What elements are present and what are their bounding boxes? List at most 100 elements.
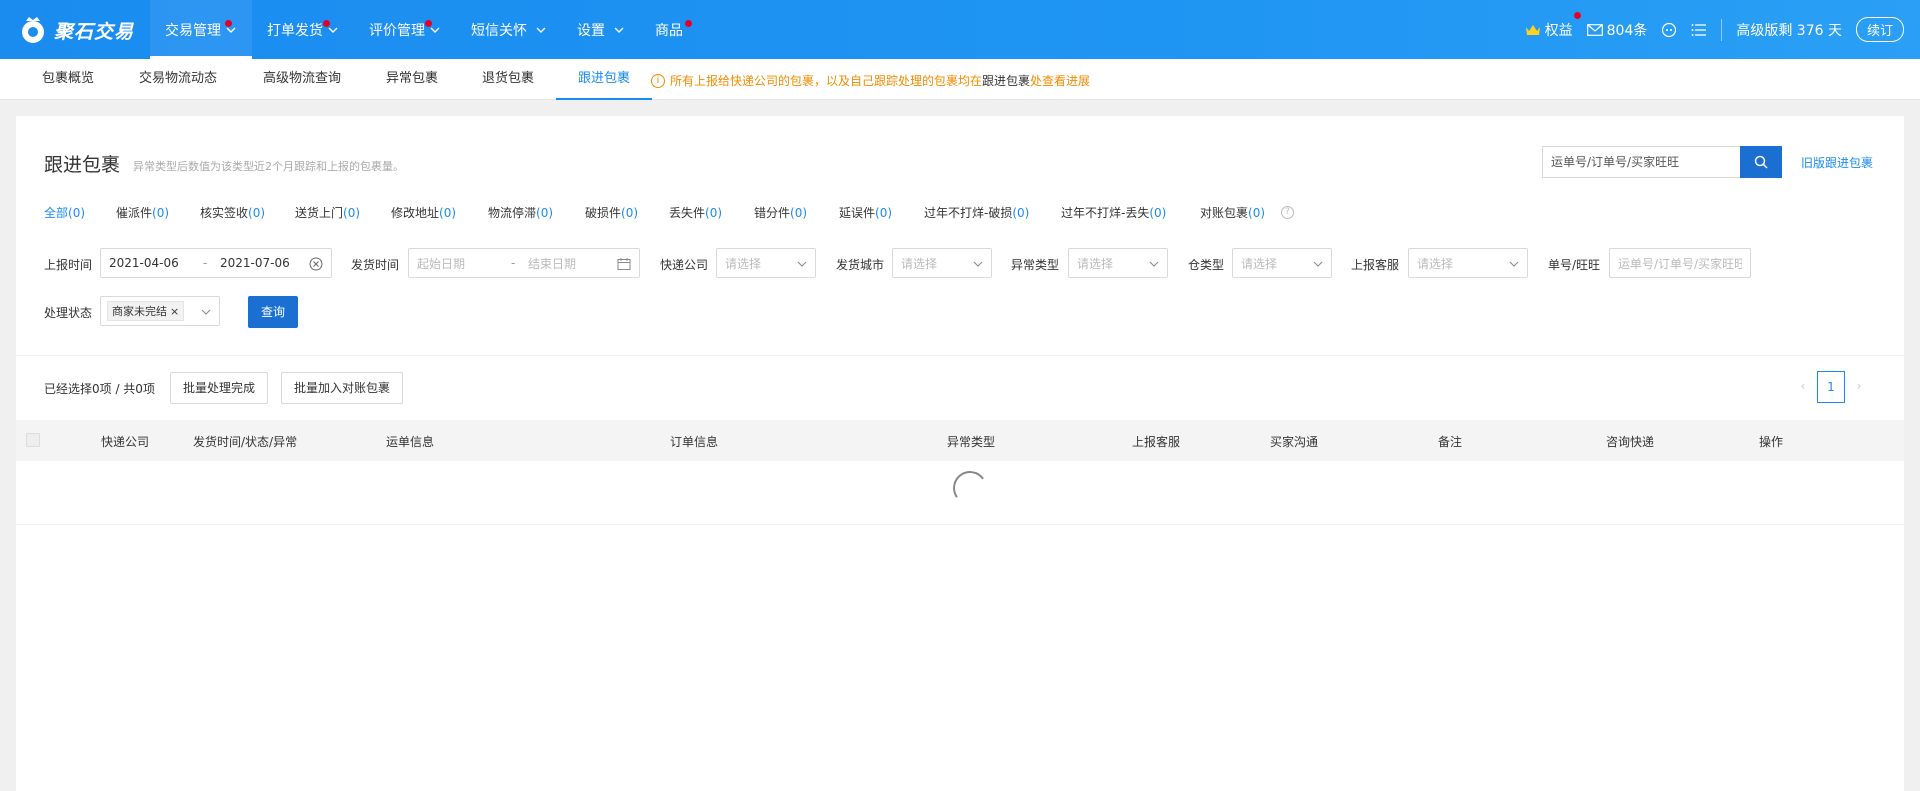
warehouse-type-label: 仓类型 (1188, 258, 1225, 272)
select-all-checkbox[interactable] (26, 433, 40, 447)
follow-notice: i 所有上报给快递公司的包裹，以及自己跟踪处理的包裹均在 跟进包裹 处查看进展 (651, 72, 1090, 89)
chevron-down-icon (614, 27, 624, 33)
category-lost[interactable]: 丢失件(0) (669, 204, 722, 221)
batch-add-reconcile-button[interactable]: 批量加入对账包裹 (281, 372, 404, 404)
status-chip-label: 商家未完结 (112, 305, 167, 318)
nav-label: 商品 (655, 22, 683, 39)
col-courier: 快递公司 (101, 435, 150, 449)
page-title: 跟进包裹 (44, 154, 121, 176)
table-body (16, 461, 1904, 525)
notice-highlight: 跟进包裹 (982, 74, 1031, 88)
category-change-address[interactable]: 修改地址(0) (391, 204, 456, 221)
category-all[interactable]: 全部(0) (44, 204, 85, 221)
nav-label: 评价管理 (369, 22, 425, 39)
selection-info: 已经选择0项 / 共0项 (44, 382, 155, 396)
status-label: 处理状态 (44, 306, 93, 320)
category-verify-signature[interactable]: 核实签收(0) (200, 204, 265, 221)
nav-label: 短信关怀 (471, 22, 527, 39)
date-dash: - (511, 256, 516, 270)
category-urge-delivery[interactable]: 催派件(0) (116, 204, 169, 221)
logo-icon (22, 17, 44, 43)
nav-trade-management[interactable]: 交易管理 (150, 0, 252, 59)
chevron-down-icon (1509, 261, 1519, 267)
page-subtitle: 异常类型后数值为该类型近2个月跟踪和上报的包裹量。 (133, 160, 404, 173)
status-select[interactable]: 商家未完结 × (100, 296, 220, 326)
chevron-down-icon (797, 261, 807, 267)
messages-link[interactable]: 804条 (1586, 20, 1647, 40)
category-missorted[interactable]: 错分件(0) (754, 204, 807, 221)
chevron-down-icon (536, 27, 546, 33)
customer-service-icon[interactable] (1661, 22, 1677, 38)
col-waybill: 运单信息 (386, 435, 435, 449)
ship-time-range[interactable]: 起始日期 - 结束日期 (408, 248, 640, 278)
nav-sms-care[interactable]: 短信关怀 (456, 0, 562, 59)
chevron-down-icon (973, 261, 983, 267)
benefits-link[interactable]: 权益 (1525, 11, 1581, 40)
next-page-button[interactable]: › (1849, 371, 1869, 403)
old-version-link[interactable]: 旧版跟进包裹 (1801, 154, 1873, 171)
tab-follow-packages[interactable]: 跟进包裹 (556, 59, 652, 100)
ship-time-label: 发货时间 (351, 258, 400, 272)
order-input[interactable]: 运单号/订单号/买家旺旺 (1609, 248, 1751, 278)
chevron-down-icon (201, 309, 211, 315)
chevron-down-icon (1313, 261, 1323, 267)
main-panel: 跟进包裹 异常类型后数值为该类型近2个月跟踪和上报的包裹量。 旧版跟进包裹 全部… (16, 116, 1904, 791)
courier-select[interactable]: 请选择 (716, 248, 816, 278)
app-logo[interactable]: 聚石交易 (18, 12, 134, 48)
notification-dot (685, 20, 692, 27)
report-start-date: 2021-04-06 (109, 256, 179, 270)
col-ship-status: 发货时间/状态/异常 (193, 435, 298, 449)
search-button[interactable] (1740, 146, 1782, 178)
report-time-label: 上报时间 (44, 258, 93, 272)
nav-label: 打单发货 (267, 22, 323, 39)
abnormal-type-label: 异常类型 (1011, 258, 1060, 272)
tab-trade-logistics[interactable]: 交易物流动态 (128, 59, 228, 100)
nav-print-ship[interactable]: 打单发货 (252, 0, 354, 59)
benefits-label: 权益 (1544, 22, 1573, 39)
tab-abnormal-packages[interactable]: 异常包裹 (372, 59, 452, 100)
tab-return-packages[interactable]: 退货包裹 (468, 59, 548, 100)
select-placeholder: 请选择 (725, 256, 762, 271)
order-label: 单号/旺旺 (1548, 258, 1601, 272)
batch-complete-button[interactable]: 批量处理完成 (170, 372, 269, 404)
notice-text: 所有上报给快递公司的包裹，以及自己跟踪处理的包裹均在 (670, 74, 983, 88)
page-1-button[interactable]: 1 (1817, 371, 1845, 403)
info-icon: i (651, 73, 665, 88)
query-button[interactable]: 查询 (248, 296, 298, 328)
nav-settings[interactable]: 设置 (562, 0, 640, 59)
nav-products[interactable]: 商品 (640, 0, 698, 59)
col-buyer-contact: 买家沟通 (1270, 435, 1319, 449)
sub-navigation: 包裹概览 交易物流动态 高级物流查询 异常包裹 退货包裹 跟进包裹 i 所有上报… (0, 59, 1920, 100)
plan-remaining: 高级版剩 376 天 (1736, 22, 1842, 39)
category-reconcile[interactable]: 对账包裹(0) (1200, 204, 1265, 221)
prev-page-button[interactable]: ‹ (1793, 371, 1813, 403)
city-select[interactable]: 请选择 (892, 248, 992, 278)
separator (1721, 18, 1723, 41)
abnormal-type-select[interactable]: 请选择 (1068, 248, 1168, 278)
warehouse-type-select[interactable]: 请选择 (1232, 248, 1332, 278)
divider (16, 355, 1904, 356)
remove-chip-icon[interactable]: × (170, 305, 179, 318)
renew-button[interactable]: 续订 (1855, 17, 1904, 42)
category-newyear-damaged[interactable]: 过年不打烊-破损(0) (924, 204, 1029, 221)
status-chip: 商家未完结 × (107, 301, 185, 321)
mail-icon (1586, 23, 1603, 36)
category-newyear-lost[interactable]: 过年不打烊-丢失(0) (1061, 204, 1166, 221)
calendar-icon (617, 258, 631, 270)
ship-start-placeholder: 起始日期 (417, 256, 466, 271)
help-icon[interactable]: ? (1281, 206, 1294, 219)
category-door-delivery[interactable]: 送货上门(0) (295, 204, 360, 221)
clear-icon[interactable] (309, 257, 323, 271)
nav-review-management[interactable]: 评价管理 (354, 0, 456, 59)
city-label: 发货城市 (836, 258, 885, 272)
tab-package-overview[interactable]: 包裹概览 (24, 59, 112, 100)
service-select[interactable]: 请选择 (1408, 248, 1528, 278)
tab-advanced-logistics[interactable]: 高级物流查询 (252, 59, 352, 100)
category-delayed[interactable]: 延误件(0) (839, 204, 892, 221)
category-damaged[interactable]: 破损件(0) (585, 204, 638, 221)
search-input[interactable] (1542, 146, 1742, 178)
report-time-range[interactable]: 2021-04-06 - 2021-07-06 (100, 248, 332, 278)
menu-list-icon[interactable] (1691, 23, 1707, 37)
category-logistics-stalled[interactable]: 物流停滞(0) (488, 204, 553, 221)
notification-dot (323, 20, 330, 27)
